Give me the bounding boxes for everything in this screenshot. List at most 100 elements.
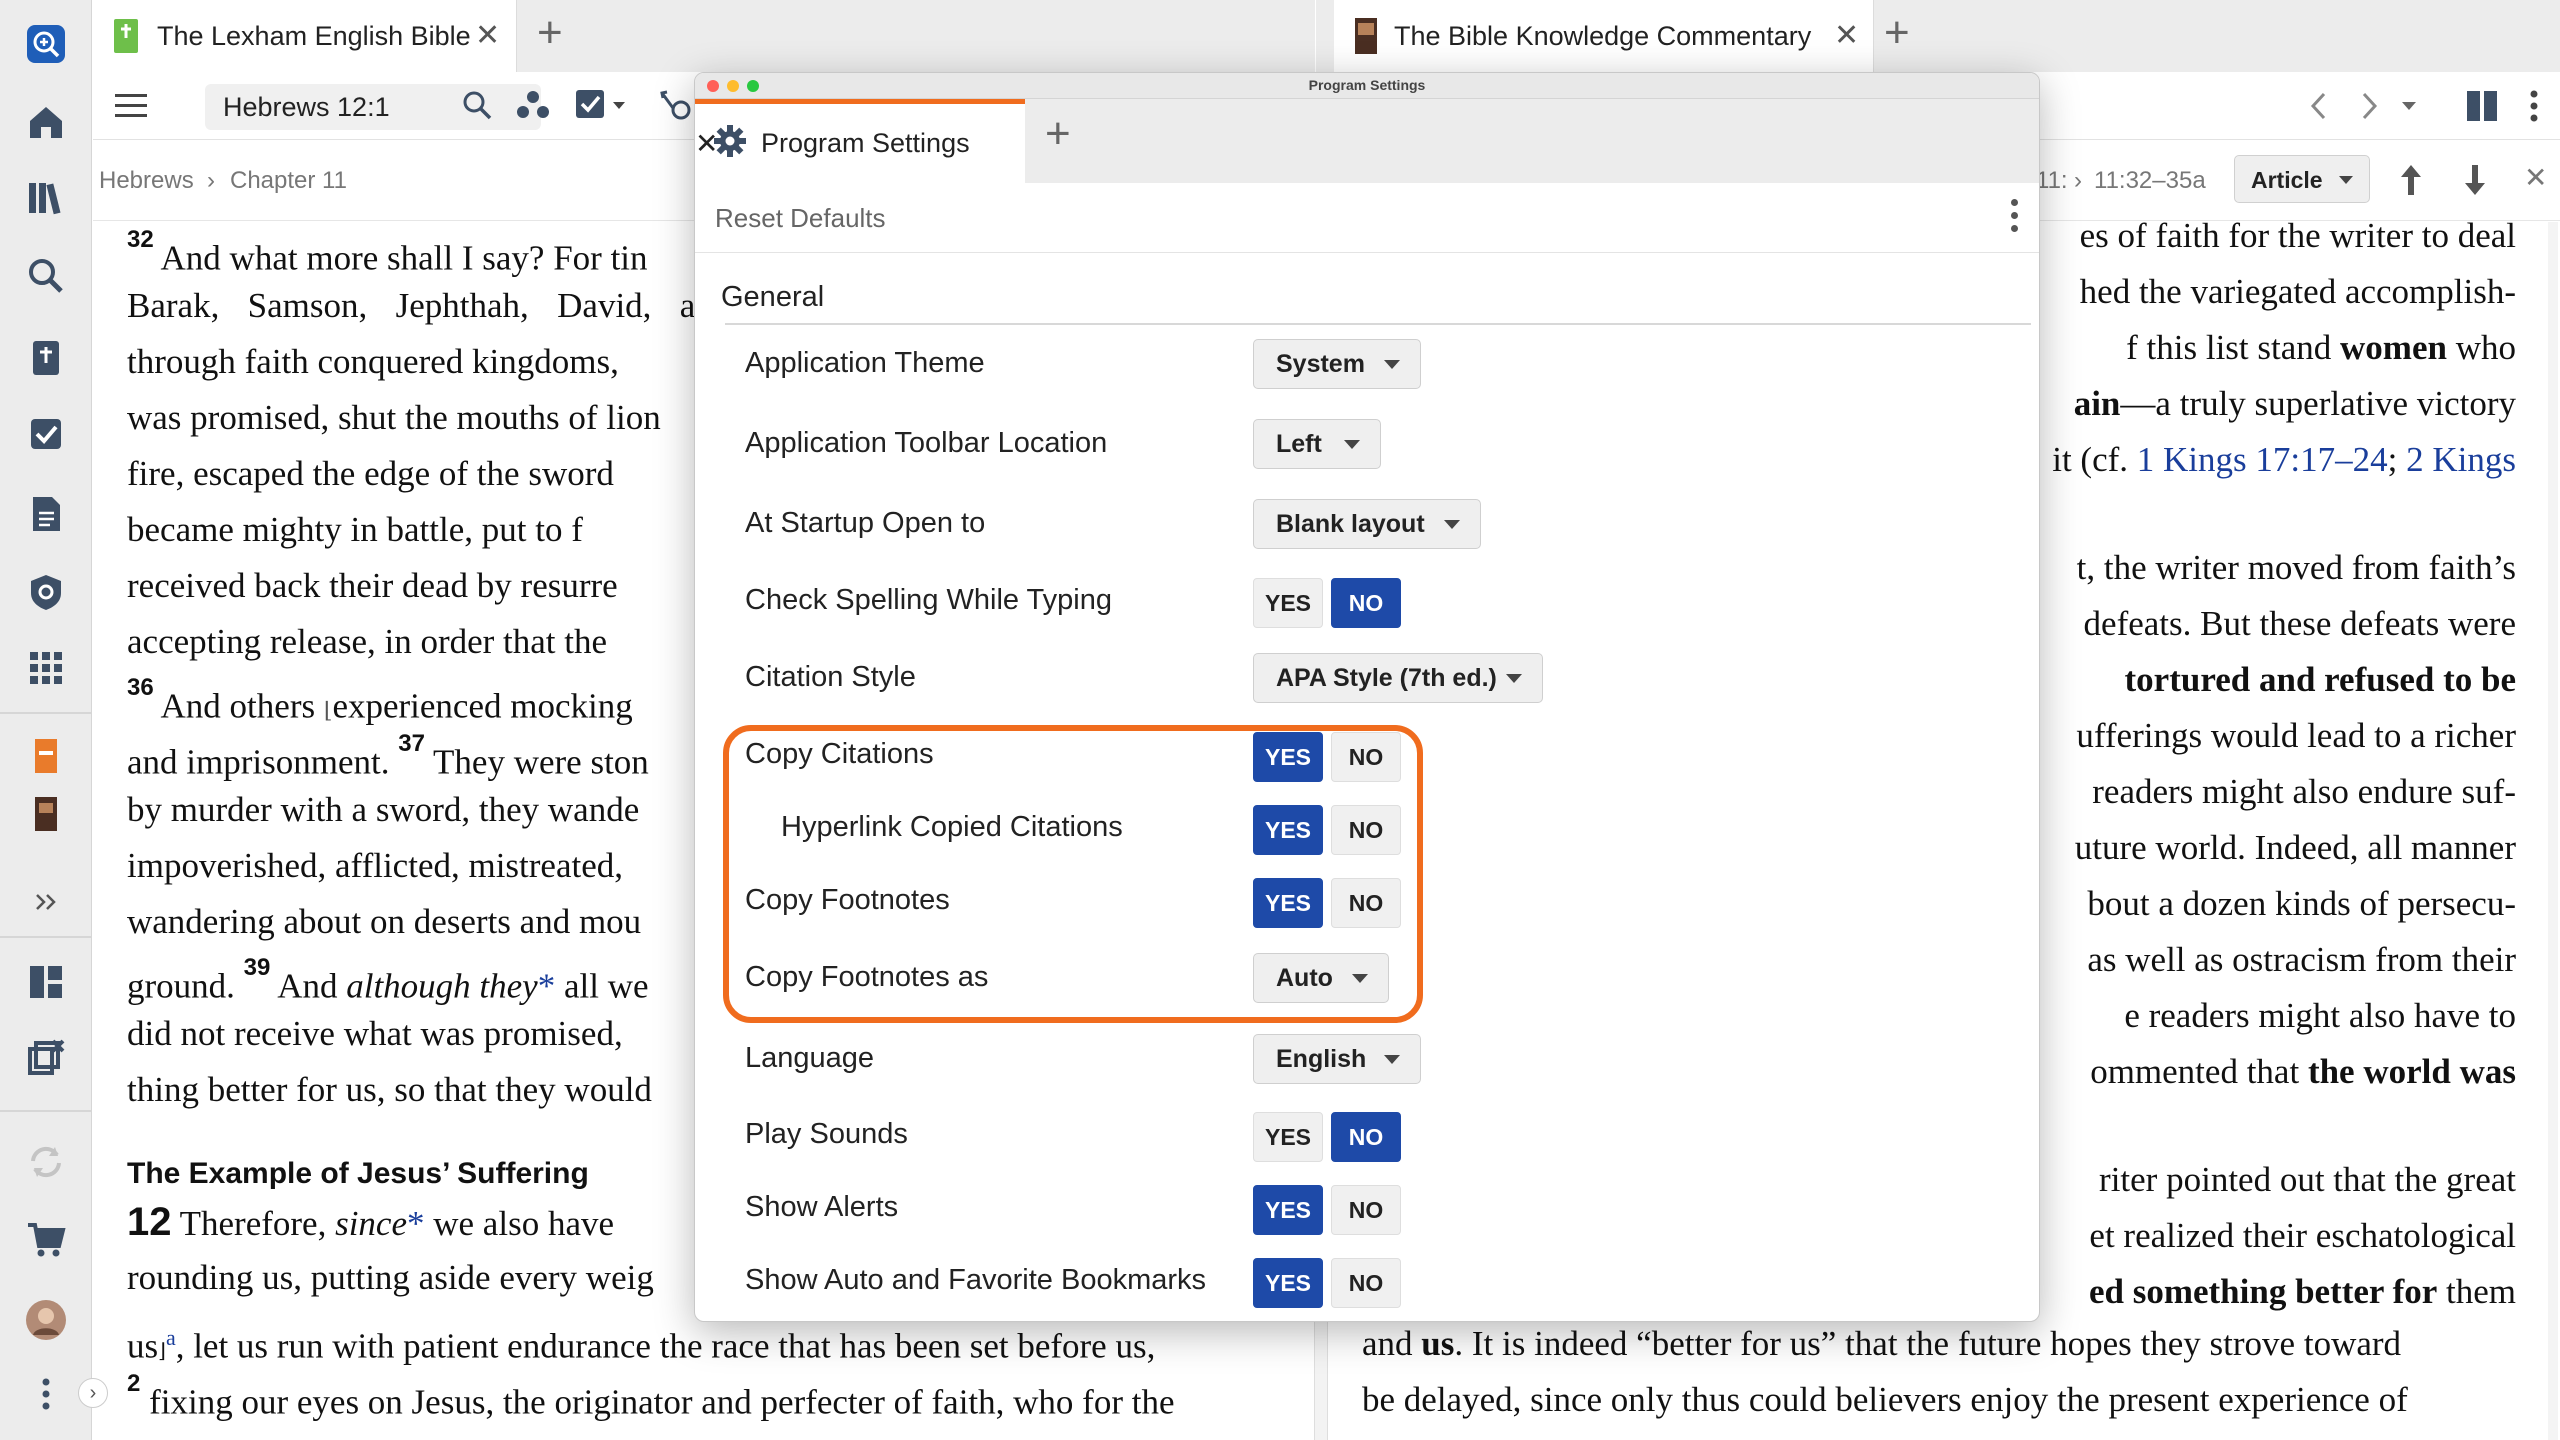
show-alerts-toggle[interactable]: YES NO bbox=[1253, 1185, 1409, 1235]
home-icon[interactable] bbox=[24, 100, 68, 144]
verse-text[interactable]: was promised, shut the mouths of lion bbox=[127, 398, 661, 437]
more-vertical-icon[interactable] bbox=[2011, 199, 2019, 238]
verse-text[interactable]: experienced mocking bbox=[332, 687, 632, 726]
commentary-text[interactable]: it (cf. bbox=[2052, 440, 2128, 479]
verse-text[interactable]: rounding us, putting aside every weig bbox=[127, 1258, 654, 1297]
checklist-icon[interactable] bbox=[24, 412, 68, 456]
visual-filter-icon[interactable] bbox=[659, 90, 693, 122]
verse-text[interactable]: us bbox=[127, 1327, 158, 1366]
verse-text[interactable]: through faith conquered kingdoms, bbox=[127, 342, 619, 381]
verse-text[interactable]: became mighty in battle, put to f bbox=[127, 510, 583, 549]
commentary-text[interactable]: t, the writer moved from faith’s bbox=[2077, 548, 2516, 587]
commentary-text[interactable]: e readers might also have to bbox=[2124, 996, 2516, 1035]
verse-text[interactable]: Samson, bbox=[248, 278, 368, 334]
verse-text[interactable]: fire, escaped the edge of the sword bbox=[127, 454, 614, 493]
play-sounds-yes-button[interactable]: YES bbox=[1253, 1112, 1323, 1162]
verse-text[interactable]: did not receive what was promised, bbox=[127, 1014, 623, 1053]
breadcrumb-ref[interactable]: 11: bbox=[2036, 167, 2068, 195]
commentary-text[interactable]: ufferings would lead to a richer bbox=[2076, 716, 2516, 755]
layouts-icon[interactable] bbox=[24, 960, 68, 1004]
commentary-bold-text[interactable]: tortured and refused to be bbox=[2125, 660, 2516, 699]
verse-text-italic[interactable]: since bbox=[335, 1204, 407, 1243]
play-sounds-no-button[interactable]: NO bbox=[1331, 1112, 1401, 1162]
arrow-down-icon[interactable] bbox=[2462, 163, 2488, 197]
verse-text[interactable]: accepting release, in order that the bbox=[127, 622, 607, 661]
left-scrollbar-edge-icon[interactable]: › bbox=[78, 1378, 108, 1408]
commentary-text[interactable]: as well as ostracism from their bbox=[2087, 940, 2516, 979]
reset-defaults-button[interactable]: Reset Defaults bbox=[715, 203, 886, 234]
commentary-bold-text[interactable]: us bbox=[1421, 1324, 1454, 1363]
copy-citations-toggle[interactable]: YES NO bbox=[1253, 732, 1409, 782]
commentary-text[interactable]: be delayed, since only thus could believ… bbox=[1362, 1380, 2408, 1419]
tab-program-settings[interactable]: Program Settings ✕ bbox=[695, 99, 1025, 183]
commentary-text[interactable]: defeats. But these defeats were bbox=[2084, 604, 2516, 643]
bible-icon[interactable] bbox=[24, 336, 68, 380]
toolbar-location-dropdown[interactable]: Left bbox=[1253, 419, 1381, 469]
document-icon[interactable] bbox=[24, 492, 68, 536]
scripture-link[interactable]: 1 Kings 17:17–24 bbox=[2137, 440, 2388, 479]
commentary-bold-text[interactable]: ed something better for bbox=[2089, 1272, 2437, 1311]
application-theme-dropdown[interactable]: System bbox=[1253, 339, 1421, 389]
verse-text[interactable]: received back their dead by resurre bbox=[127, 566, 618, 605]
verse-text[interactable]: thing better for us, so that they would bbox=[127, 1070, 652, 1109]
commentary-text[interactable]: riter pointed out that the great bbox=[2099, 1160, 2516, 1199]
citation-style-dropdown[interactable]: APA Style (7th ed.) bbox=[1253, 653, 1543, 703]
commentary-text[interactable]: readers might also endure suf- bbox=[2092, 772, 2516, 811]
commentary-text[interactable]: . It is indeed “better for us” that the … bbox=[1454, 1324, 2401, 1363]
hyperlink-citations-toggle[interactable]: YES NO bbox=[1253, 805, 1409, 855]
footnote-marker[interactable]: * bbox=[407, 1204, 425, 1243]
bookmarks-no-button[interactable]: NO bbox=[1331, 1258, 1401, 1308]
shield-eye-icon[interactable] bbox=[24, 570, 68, 614]
close-tab-icon[interactable]: ✕ bbox=[1834, 18, 1859, 53]
right-scrollbar-track[interactable] bbox=[2548, 222, 2558, 1440]
search-add-icon[interactable] bbox=[24, 22, 68, 66]
close-tab-icon[interactable]: ✕ bbox=[475, 18, 500, 53]
copy-footnotes-no-button[interactable]: NO bbox=[1331, 878, 1401, 928]
commentary-text[interactable]: them bbox=[2446, 1272, 2516, 1311]
verse-text[interactable]: And what more shall I say? For tin bbox=[161, 239, 648, 278]
play-sounds-toggle[interactable]: YES NO bbox=[1253, 1112, 1409, 1162]
verse-text[interactable]: wandering about on deserts and mou bbox=[127, 902, 641, 941]
tab-bible-knowledge-commentary[interactable]: The Bible Knowledge Commentary ✕ bbox=[1334, 0, 1874, 72]
verse-text[interactable]: And bbox=[277, 967, 337, 1006]
split-view-icon[interactable] bbox=[2466, 90, 2498, 122]
verse-text[interactable]: Barak, bbox=[127, 278, 219, 334]
recent-book-commentary-icon[interactable] bbox=[24, 792, 68, 836]
verse-text[interactable]: all we bbox=[564, 967, 649, 1006]
hyperlink-citations-no-button[interactable]: NO bbox=[1331, 805, 1401, 855]
article-view-dropdown[interactable]: Article bbox=[2234, 155, 2370, 203]
copy-footnotes-yes-button[interactable]: YES bbox=[1253, 878, 1323, 928]
copy-footnotes-toggle[interactable]: YES NO bbox=[1253, 878, 1409, 928]
startup-dropdown[interactable]: Blank layout bbox=[1253, 499, 1481, 549]
commentary-text[interactable]: hed the variegated accomplish- bbox=[2080, 272, 2516, 311]
show-alerts-yes-button[interactable]: YES bbox=[1253, 1185, 1323, 1235]
verse-text[interactable]: David, bbox=[557, 278, 651, 334]
close-panels-icon[interactable] bbox=[24, 1036, 68, 1080]
more-vertical-icon[interactable] bbox=[24, 1372, 68, 1416]
user-avatar[interactable] bbox=[24, 1298, 68, 1342]
commentary-text[interactable]: f this list stand bbox=[2126, 328, 2331, 367]
hyperlink-citations-yes-button[interactable]: YES bbox=[1253, 805, 1323, 855]
commentary-bold-text[interactable]: the world was bbox=[2308, 1052, 2516, 1091]
dialog-titlebar[interactable]: Program Settings bbox=[695, 73, 2039, 99]
parallel-resources-icon[interactable] bbox=[516, 89, 550, 121]
arrow-up-icon[interactable] bbox=[2398, 163, 2424, 197]
verse-text[interactable]: They were ston bbox=[433, 743, 649, 782]
commentary-text[interactable]: and bbox=[1362, 1324, 1413, 1363]
show-alerts-no-button[interactable]: NO bbox=[1331, 1185, 1401, 1235]
new-tab-plus-icon[interactable]: + bbox=[537, 8, 563, 58]
commentary-bold-text[interactable]: women bbox=[2340, 328, 2447, 367]
cart-icon[interactable] bbox=[24, 1218, 68, 1262]
language-dropdown[interactable]: English bbox=[1253, 1034, 1421, 1084]
spelling-toggle[interactable]: YES NO bbox=[1253, 578, 1409, 628]
verse-text[interactable]: fixing our eyes on Jesus, the originator… bbox=[149, 1383, 1174, 1422]
footnote-marker[interactable]: a bbox=[166, 1325, 176, 1350]
checklist-icon[interactable] bbox=[575, 89, 625, 121]
forward-chevron-icon[interactable] bbox=[2356, 90, 2382, 122]
breadcrumb-section[interactable]: 11:32–35a bbox=[2094, 167, 2206, 195]
bookmarks-toggle[interactable]: YES NO bbox=[1253, 1258, 1409, 1308]
more-vertical-icon[interactable] bbox=[2529, 89, 2539, 123]
breadcrumb-book[interactable]: Hebrews bbox=[99, 167, 194, 195]
breadcrumb-chapter[interactable]: Chapter 11 bbox=[230, 167, 347, 195]
commentary-text[interactable]: bout a dozen kinds of persecu- bbox=[2087, 884, 2516, 923]
